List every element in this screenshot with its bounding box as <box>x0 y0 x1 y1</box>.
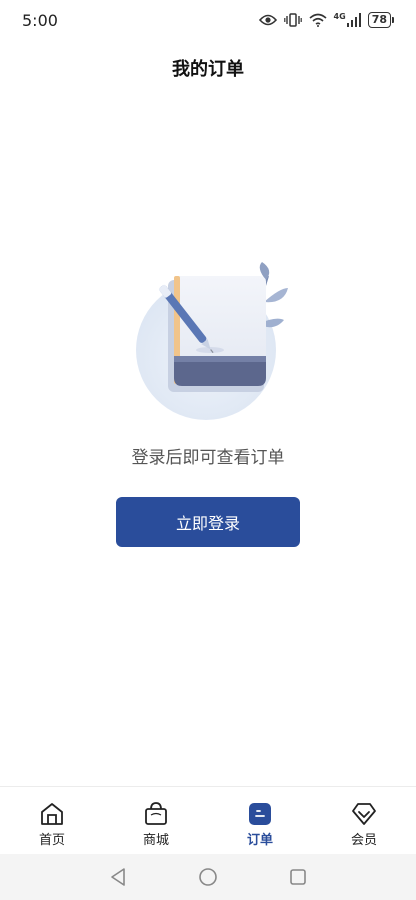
page-title: 我的订单 <box>172 59 244 80</box>
battery-level: 78 <box>367 12 391 28</box>
wifi-icon <box>309 13 327 27</box>
nav-label-mall: 商城 <box>142 833 169 848</box>
status-icons: 4G 78 <box>258 12 394 28</box>
nav-item-orders[interactable]: 订单 <box>208 787 312 855</box>
empty-state-message: 登录后即可查看订单 <box>131 448 285 468</box>
battery-icon: 78 <box>367 12 394 28</box>
notebook-pen-leaf-illustration <box>128 258 294 428</box>
network-type-label: 4G <box>333 12 346 21</box>
eye-icon <box>258 14 277 26</box>
system-nav-bar <box>0 854 416 900</box>
shopping-bag-icon <box>143 801 169 827</box>
signal-icon: 4G <box>334 13 361 27</box>
status-bar: 5:00 4G 78 <box>0 0 416 40</box>
order-icon <box>247 801 273 827</box>
back-icon[interactable] <box>107 866 129 888</box>
login-button[interactable]: 立即登录 <box>116 497 300 547</box>
diamond-icon <box>351 801 377 827</box>
nav-item-member[interactable]: 会员 <box>312 787 416 855</box>
nav-item-home[interactable]: 首页 <box>0 787 104 855</box>
nav-item-mall[interactable]: 商城 <box>104 787 208 855</box>
bottom-nav: 首页 商城 订单 会员 <box>0 786 416 855</box>
home-circle-icon[interactable] <box>197 866 219 888</box>
vibrate-icon <box>283 13 302 27</box>
status-time: 5:00 <box>22 10 58 30</box>
nav-label-home: 首页 <box>38 833 65 848</box>
home-icon <box>39 801 65 827</box>
nav-label-member: 会员 <box>350 833 377 848</box>
recents-icon[interactable] <box>287 866 309 888</box>
nav-label-orders: 订单 <box>246 833 273 848</box>
